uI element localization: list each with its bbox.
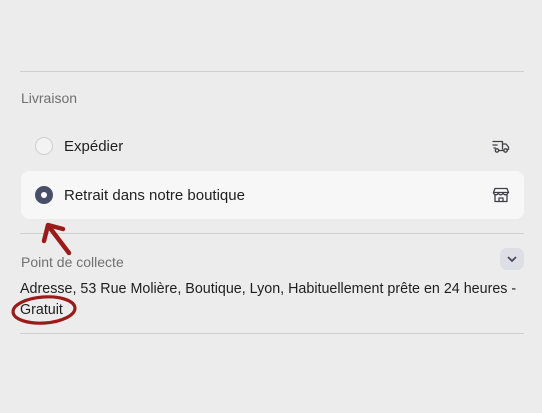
pickup-address: Adresse, 53 Rue Molière, Boutique, Lyon,… bbox=[20, 281, 517, 318]
store-icon bbox=[491, 185, 511, 205]
radio-ship[interactable] bbox=[35, 137, 53, 155]
delivery-option-pickup[interactable]: Retrait dans notre boutique bbox=[21, 171, 524, 219]
truck-icon bbox=[491, 136, 511, 156]
pickup-section-label: Point de collecte bbox=[21, 254, 124, 270]
bottom-divider bbox=[20, 333, 524, 334]
radio-pickup[interactable] bbox=[35, 186, 53, 204]
option-pickup-label: Retrait dans notre boutique bbox=[64, 187, 245, 204]
pickup-expand-button[interactable] bbox=[500, 248, 524, 270]
chevron-down-icon bbox=[507, 256, 517, 262]
delivery-section-label: Livraison bbox=[21, 90, 78, 106]
top-divider bbox=[20, 71, 524, 72]
middle-divider bbox=[20, 233, 524, 234]
option-ship-label: Expédier bbox=[64, 138, 124, 155]
delivery-option-ship[interactable]: Expédier bbox=[21, 122, 524, 170]
